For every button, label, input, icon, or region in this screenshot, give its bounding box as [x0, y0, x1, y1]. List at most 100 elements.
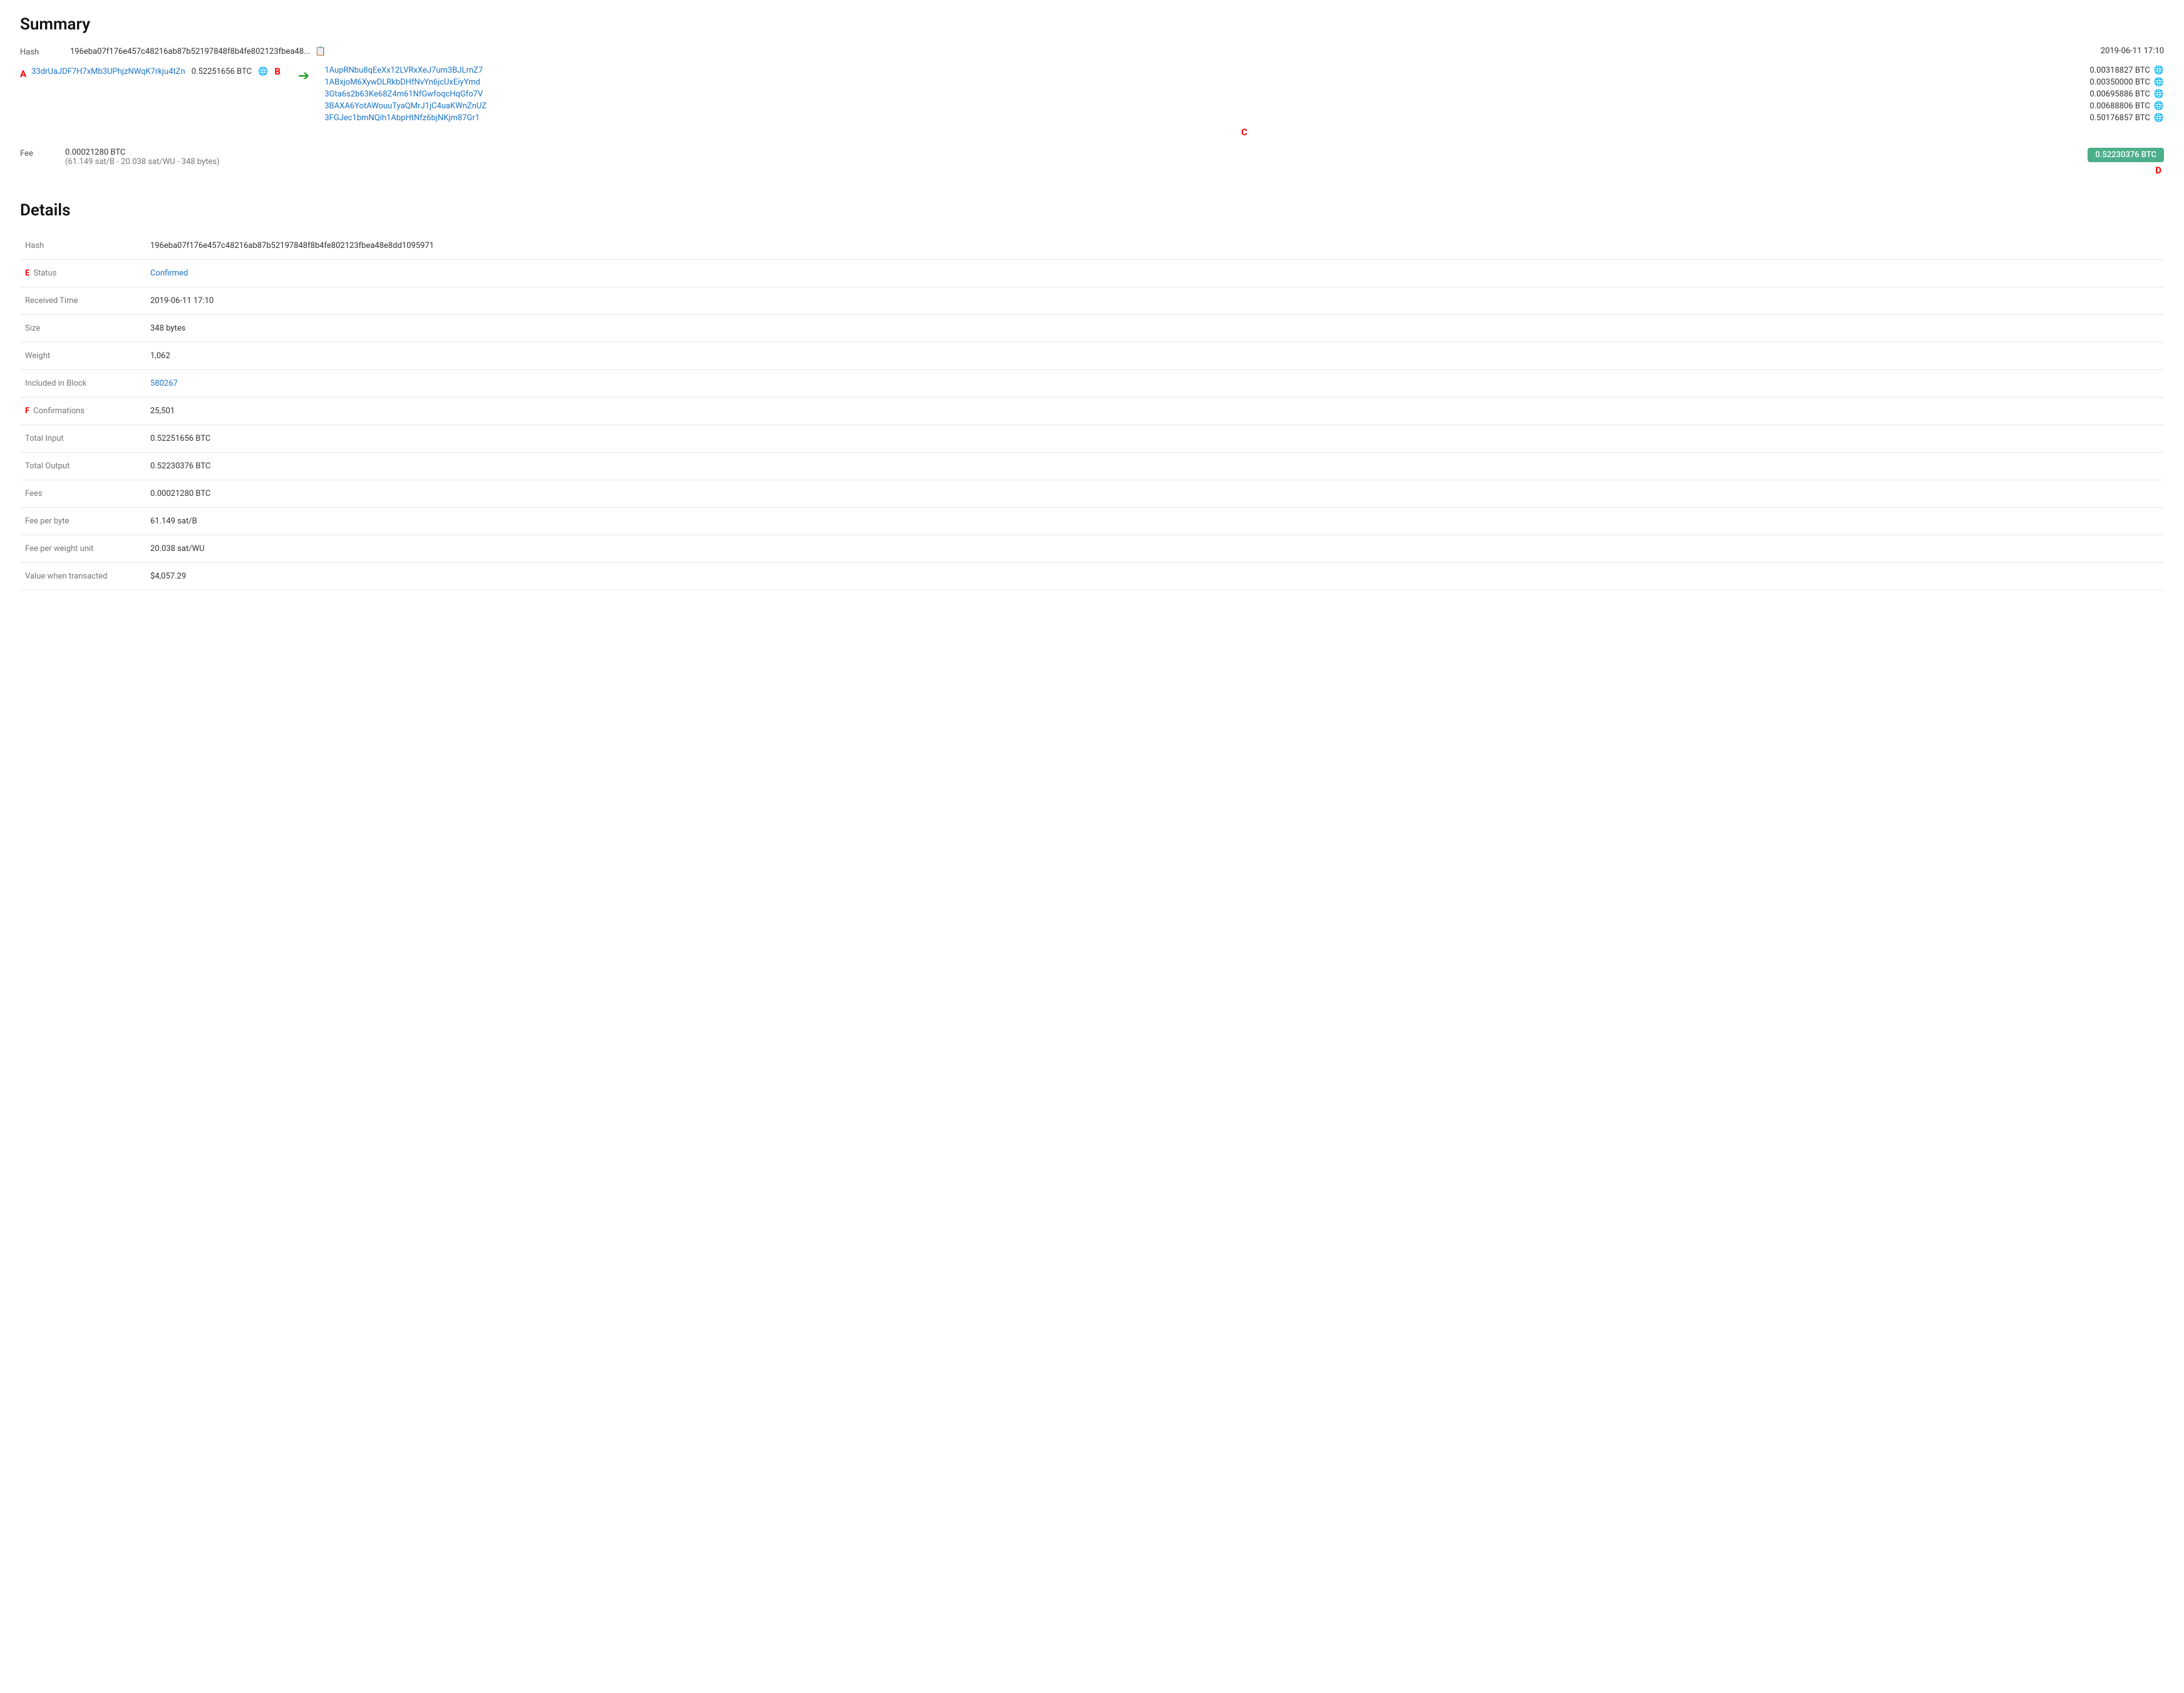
output-amount: 0.00318827 BTC — [2089, 66, 2150, 75]
hash-short-text: 196eba07f176e457c48216ab87b52197848f8b4f… — [70, 47, 310, 56]
table-row: Size 348 bytes — [20, 315, 2164, 342]
details-title: Details — [20, 201, 2164, 220]
table-row: Value when transacted $4,057.29 — [20, 563, 2164, 590]
detail-cell: 0.00021280 BTC — [145, 480, 2164, 508]
detail-label: Fee per weight unit — [20, 535, 145, 563]
output-amount: 0.50176857 BTC — [2089, 113, 2150, 123]
label-f: F — [25, 406, 29, 416]
tx-output-item: 3FGJec1bmNQih1AbpHtNfz6bjNKjm87Gr1 0.501… — [324, 113, 2164, 123]
hash-label: Hash — [20, 46, 58, 57]
detail-label: Size — [20, 315, 145, 342]
detail-value: 348 bytes — [150, 324, 185, 333]
input-address[interactable]: 33drUaJDF7H7xMb3UPhjzNWqK7rkju4tZn — [31, 67, 185, 76]
detail-cell: 196eba07f176e457c48216ab87b52197848f8b4f… — [145, 232, 2164, 260]
output-globe-icon: 🌐 — [2154, 101, 2164, 111]
output-right: 0.00695886 BTC 🌐 — [2089, 90, 2164, 99]
detail-cell: 1,062 — [145, 342, 2164, 370]
detail-cell: 0.52251656 BTC — [145, 425, 2164, 453]
detail-label: EStatus — [20, 260, 145, 287]
detail-value: $4,057.29 — [150, 572, 186, 581]
detail-cell: 20.038 sat/WU — [145, 535, 2164, 563]
detail-label: Fees — [20, 480, 145, 508]
detail-label: FConfirmations — [20, 398, 145, 425]
output-right: 0.00318827 BTC 🌐 — [2089, 66, 2164, 75]
table-row: Included in Block 580267 — [20, 370, 2164, 398]
detail-cell: 25,501 — [145, 398, 2164, 425]
total-output-badge: 0.52230376 BTC — [2088, 148, 2164, 162]
table-row: Weight 1,062 — [20, 342, 2164, 370]
table-row: Fee per weight unit 20.038 sat/WU — [20, 535, 2164, 563]
copy-icon[interactable]: 📋 — [315, 46, 326, 56]
table-row: Total Output 0.52230376 BTC — [20, 453, 2164, 480]
tx-output-item: 3BAXA6YotAWouuTyaQMrJ1jC4uaKWnZnUZ 0.006… — [324, 101, 2164, 111]
summary-hash-row: Hash 196eba07f176e457c48216ab87b52197848… — [20, 46, 2164, 57]
summary-section: Summary Hash 196eba07f176e457c48216ab87b… — [20, 15, 2164, 176]
output-amount: 0.00688806 BTC — [2089, 101, 2150, 111]
detail-label: Total Output — [20, 453, 145, 480]
output-globe-icon: 🌐 — [2154, 90, 2164, 99]
label-c: C — [1241, 126, 1247, 138]
table-row: Fee per byte 61.149 sat/B — [20, 508, 2164, 535]
tx-outputs: 1AupRNbu8qEeXx12LVRxXeJ7um3BJLrnZ7 0.003… — [324, 66, 2164, 125]
details-section: Details Hash 196eba07f176e457c48216ab87b… — [20, 201, 2164, 590]
output-address[interactable]: 3BAXA6YotAWouuTyaQMrJ1jC4uaKWnZnUZ — [324, 101, 487, 111]
detail-cell: 348 bytes — [145, 315, 2164, 342]
block-link[interactable]: 580267 — [150, 379, 178, 388]
detail-label: Included in Block — [20, 370, 145, 398]
output-globe-icon: 🌐 — [2154, 113, 2164, 123]
tx-input-item: 33drUaJDF7H7xMb3UPhjzNWqK7rkju4tZn 0.522… — [31, 66, 283, 77]
fee-main: 0.00021280 BTC — [65, 148, 220, 157]
detail-label: Weight — [20, 342, 145, 370]
table-row: Fees 0.00021280 BTC — [20, 480, 2164, 508]
detail-cell: 61.149 sat/B — [145, 508, 2164, 535]
input-globe-icon: 🌐 — [258, 67, 268, 76]
summary-timestamp: 2019-06-11 17:10 — [2101, 46, 2164, 56]
output-address[interactable]: 1AupRNbu8qEeXx12LVRxXeJ7um3BJLrnZ7 — [324, 66, 483, 75]
detail-value: 0.00021280 BTC — [150, 489, 210, 498]
detail-value: 1,062 — [150, 351, 170, 361]
details-table: Hash 196eba07f176e457c48216ab87b52197848… — [20, 232, 2164, 590]
detail-label: Total Input — [20, 425, 145, 453]
fee-detail: (61.149 sat/B - 20.038 sat/WU - 348 byte… — [65, 157, 220, 167]
detail-label: Fee per byte — [20, 508, 145, 535]
detail-cell: 580267 — [145, 370, 2164, 398]
tx-inputs: 33drUaJDF7H7xMb3UPhjzNWqK7rkju4tZn 0.522… — [31, 66, 283, 80]
table-row: Hash 196eba07f176e457c48216ab87b52197848… — [20, 232, 2164, 260]
label-b: B — [274, 66, 281, 77]
output-amount: 0.00350000 BTC — [2089, 78, 2150, 87]
tx-output-item: 1AupRNbu8qEeXx12LVRxXeJ7um3BJLrnZ7 0.003… — [324, 66, 2164, 75]
detail-label: Received Time — [20, 287, 145, 315]
output-address[interactable]: 3Gta6s2b63Ke68Z4m61NfGwfoqcHqGfo7V — [324, 90, 483, 99]
output-right: 0.00688806 BTC 🌐 — [2089, 101, 2164, 111]
tx-output-item: 1ABxjoM6XywDLRkbDHfNvYn6jcUxEiyYmd 0.003… — [324, 78, 2164, 87]
detail-label: Value when transacted — [20, 563, 145, 590]
fee-label: Fee — [20, 148, 58, 158]
table-row: Received Time 2019-06-11 17:10 — [20, 287, 2164, 315]
summary-hash-value: 196eba07f176e457c48216ab87b52197848f8b4f… — [70, 46, 326, 56]
table-row: Total Input 0.52251656 BTC — [20, 425, 2164, 453]
detail-value: 196eba07f176e457c48216ab87b52197848f8b4f… — [150, 241, 434, 250]
output-right: 0.00350000 BTC 🌐 — [2089, 78, 2164, 87]
table-row: FConfirmations 25,501 — [20, 398, 2164, 425]
label-e: E — [25, 269, 29, 278]
detail-value: 2019-06-11 17:10 — [150, 296, 214, 306]
output-right: 0.50176857 BTC 🌐 — [2089, 113, 2164, 123]
output-address[interactable]: 1ABxjoM6XywDLRkbDHfNvYn6jcUxEiyYmd — [324, 78, 480, 87]
output-globe-icon: 🌐 — [2154, 66, 2164, 75]
detail-cell: Confirmed — [145, 260, 2164, 287]
output-amount: 0.00695886 BTC — [2089, 90, 2150, 99]
detail-value: 20.038 sat/WU — [150, 544, 205, 553]
detail-value: 25,501 — [150, 406, 175, 416]
detail-value: 0.52230376 BTC — [150, 461, 210, 471]
tx-output-item: 3Gta6s2b63Ke68Z4m61NfGwfoqcHqGfo7V 0.006… — [324, 90, 2164, 99]
output-globe-icon: 🌐 — [2154, 78, 2164, 87]
fee-row: Fee 0.00021280 BTC (61.149 sat/B - 20.03… — [20, 148, 2164, 176]
detail-value: 61.149 sat/B — [150, 517, 197, 526]
input-amount: 0.52251656 BTC — [192, 67, 252, 76]
table-row: EStatus Confirmed — [20, 260, 2164, 287]
label-a: A — [20, 66, 26, 83]
detail-cell: 2019-06-11 17:10 — [145, 287, 2164, 315]
detail-value: 0.52251656 BTC — [150, 434, 210, 443]
summary-title: Summary — [20, 15, 2164, 34]
output-address[interactable]: 3FGJec1bmNQih1AbpHtNfz6bjNKjm87Gr1 — [324, 113, 480, 123]
